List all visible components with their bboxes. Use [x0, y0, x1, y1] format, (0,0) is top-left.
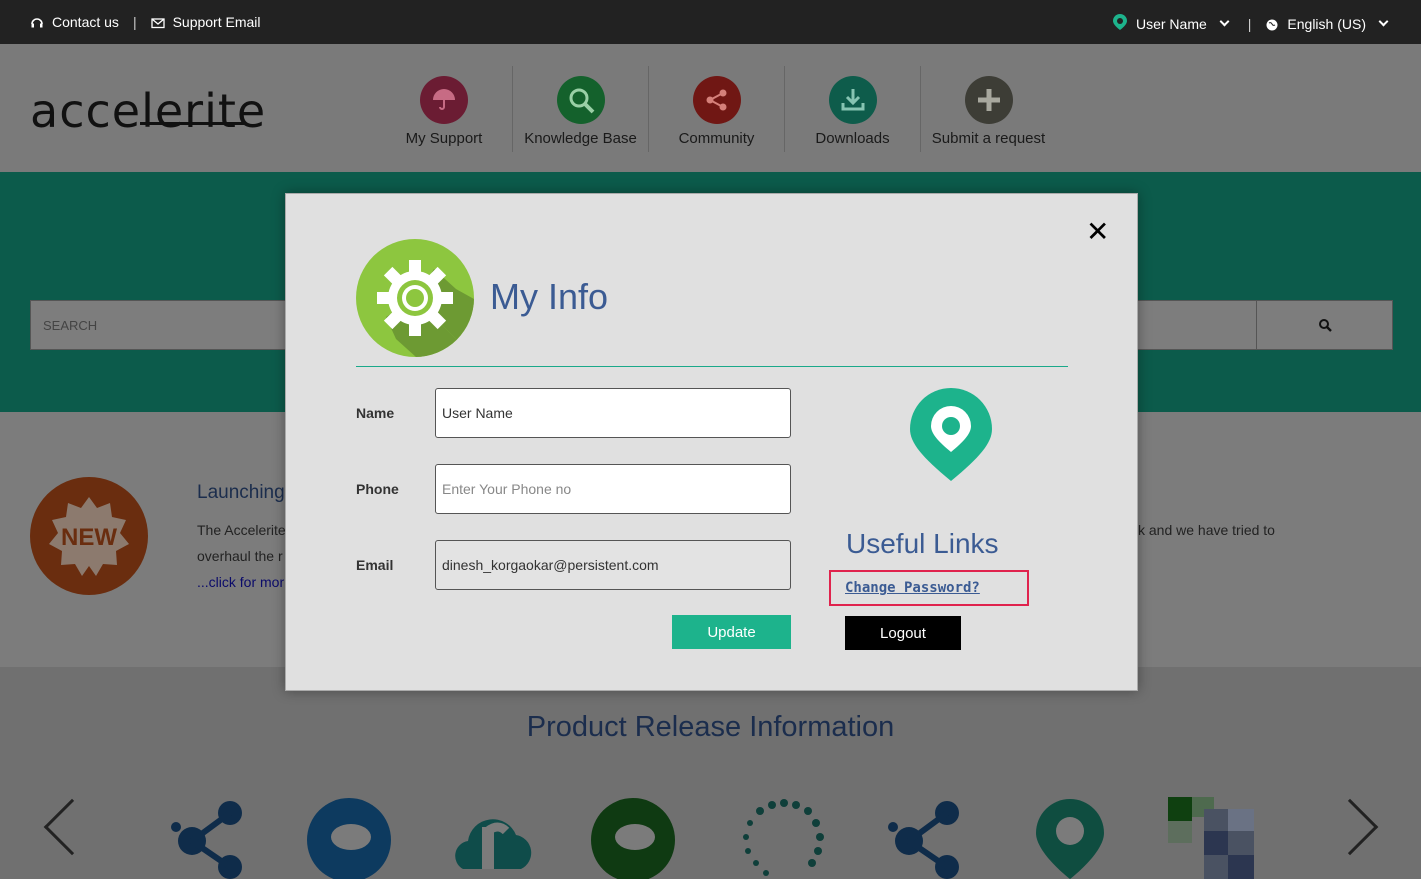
launch-text: overhaul the r — [197, 548, 283, 564]
new-badge-text: NEW — [61, 524, 117, 551]
name-field[interactable] — [435, 388, 791, 438]
email-label: Email — [356, 557, 394, 573]
logo-underline — [140, 122, 244, 125]
dotted-circle-icon[interactable] — [738, 797, 830, 879]
header: accelerite My Support Knowledge Base Com… — [0, 44, 1421, 172]
separator: | — [1247, 15, 1252, 32]
update-button[interactable]: Update — [672, 615, 791, 649]
modal-title: My Info — [490, 276, 609, 317]
nav-downloads[interactable]: Downloads — [784, 66, 920, 152]
change-password-link[interactable]: Change Password? — [845, 580, 980, 596]
location-pin-icon — [908, 386, 994, 489]
nav-label: Submit a request — [931, 130, 1046, 147]
phone-field[interactable] — [435, 464, 791, 514]
umbrella-icon — [420, 76, 468, 124]
new-badge-icon: NEW — [30, 477, 148, 595]
top-bar: Contact us | Support Email User Name | E… — [0, 0, 1421, 44]
nav-label: Knowledge Base — [524, 130, 637, 147]
globe-icon — [1265, 15, 1279, 31]
support-email-link[interactable]: Support Email — [173, 14, 261, 30]
product-release-title: Product Release Information — [526, 711, 895, 743]
email-field[interactable] — [435, 540, 791, 590]
chevron-down-icon[interactable] — [1219, 16, 1230, 27]
top-bar-left: Contact us | Support Email — [30, 14, 261, 30]
location-pin-icon[interactable] — [1032, 797, 1108, 879]
carousel-next-arrow[interactable] — [1321, 798, 1379, 856]
close-icon[interactable]: ✕ — [1086, 218, 1109, 246]
location-pin-icon — [1112, 13, 1128, 34]
useful-links-title: Useful Links — [846, 528, 999, 559]
share-nodes-icon[interactable] — [170, 797, 250, 879]
gear-icon — [356, 239, 474, 357]
main-nav: My Support Knowledge Base Community Down… — [376, 66, 1056, 152]
nav-my-support[interactable]: My Support — [376, 66, 512, 152]
logout-button[interactable]: Logout — [845, 616, 961, 650]
share-nodes-icon[interactable] — [887, 797, 967, 879]
search-placeholder: SEARCH — [43, 318, 98, 333]
search-icon — [1318, 319, 1332, 332]
grid-squares-icon[interactable] — [1168, 797, 1254, 879]
search-button[interactable] — [1256, 301, 1392, 349]
phone-label: Phone — [356, 481, 399, 497]
separator: | — [132, 14, 137, 31]
carousel-prev-arrow[interactable] — [43, 798, 101, 856]
language-selector[interactable]: English (US) — [1287, 16, 1366, 32]
r-cloud-icon[interactable] — [448, 797, 538, 879]
click-for-more-link[interactable]: ...click for mor — [197, 574, 284, 590]
accelerite-logo[interactable]: accelerite — [30, 84, 266, 138]
contact-us-link[interactable]: Contact us — [52, 14, 119, 30]
green-cloud-product-icon[interactable] — [590, 797, 676, 879]
name-label: Name — [356, 405, 395, 421]
nav-label: Community — [678, 130, 755, 147]
share-icon — [692, 76, 741, 124]
chevron-down-icon[interactable] — [1378, 16, 1389, 27]
nav-community[interactable]: Community — [648, 66, 784, 152]
product-release-section: Product Release Information — [0, 667, 1421, 879]
plus-icon — [964, 76, 1013, 124]
mail-icon — [150, 14, 165, 30]
nav-knowledge-base[interactable]: Knowledge Base — [512, 66, 648, 152]
nav-submit-request[interactable]: Submit a request — [920, 66, 1056, 152]
nav-label: My Support — [405, 130, 483, 147]
title-divider — [356, 366, 1068, 367]
launch-text: The Accelerite — [197, 522, 286, 538]
launch-title: Launching — [197, 482, 285, 503]
headset-icon — [30, 14, 44, 30]
download-icon — [828, 76, 877, 124]
cloud-product-icon[interactable] — [306, 797, 392, 879]
my-info-modal: ✕ My Info Name User Name Phone Enter You… — [285, 193, 1138, 691]
search-icon — [556, 76, 605, 124]
launch-text: k and we have tried to — [1138, 522, 1275, 538]
top-bar-right: User Name | English (US) — [1112, 13, 1393, 34]
nav-label: Downloads — [815, 130, 890, 147]
user-menu[interactable]: User Name — [1136, 16, 1207, 32]
